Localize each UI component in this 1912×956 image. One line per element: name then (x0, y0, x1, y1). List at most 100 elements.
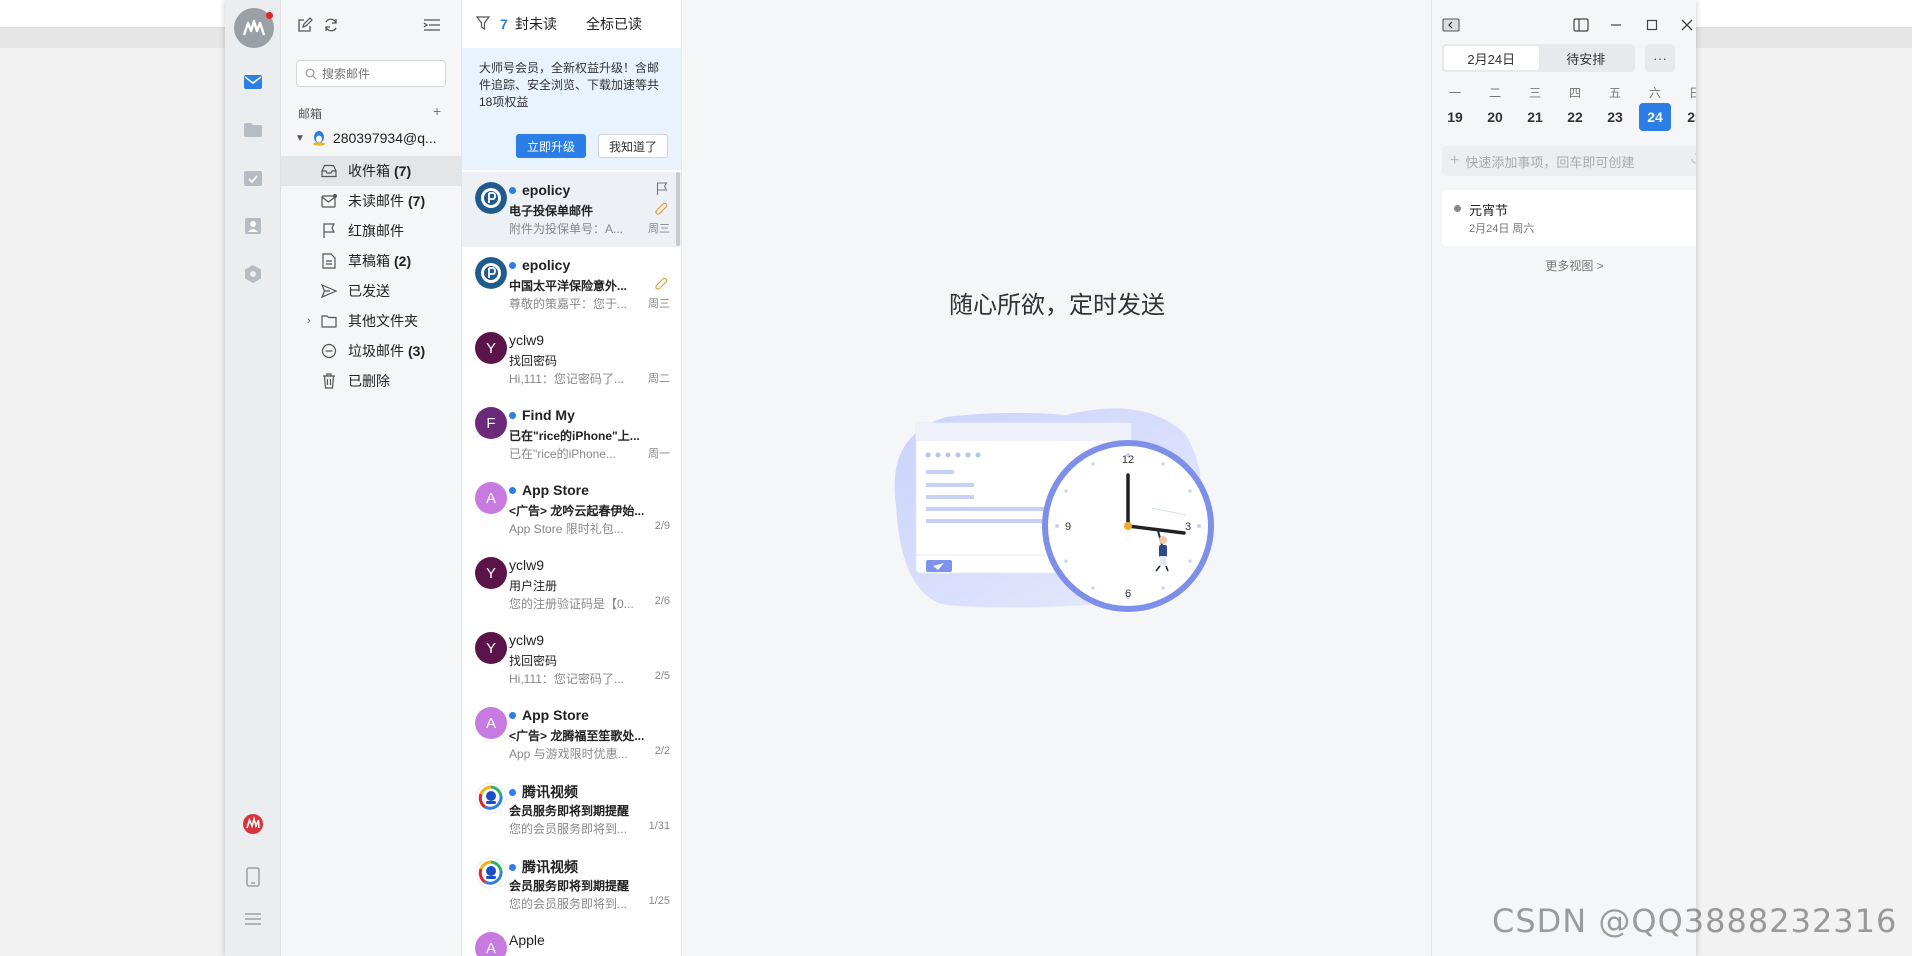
add-mailbox-icon[interactable]: + (433, 103, 441, 119)
mark-all-read-button[interactable]: 全标已读 (586, 14, 642, 34)
chevron-right-icon[interactable]: › (307, 315, 311, 327)
folder-sent[interactable]: 已发送 (281, 276, 462, 306)
mail-item[interactable]: Yyclw9 用户注册 您的注册验证码是【0... 2/6 (462, 547, 681, 622)
mail-subject: 会员服务即将到期提醒 (509, 879, 630, 893)
folder-trash[interactable]: 已删除 (281, 366, 462, 396)
filter-icon[interactable] (475, 16, 491, 33)
mail-date: 周二 (648, 373, 670, 385)
spam-icon (321, 343, 337, 359)
compose-icon[interactable] (294, 14, 316, 36)
upgrade-button[interactable]: 立即升级 (516, 134, 586, 158)
calendar-todo-nav-icon[interactable] (241, 166, 265, 190)
minimize-icon[interactable] (1605, 14, 1627, 36)
epolicy-logo-icon (475, 257, 507, 289)
mail-item[interactable]: 腾讯视频 会员服务即将到期提醒 您的会员服务即将到... 1/25 (462, 847, 681, 922)
collapse-panel-icon[interactable] (421, 14, 443, 36)
mail-date: 周一 (648, 448, 670, 460)
folder-label: 已发送 (348, 283, 390, 299)
mail-list-panel: 7 封未读 全标已读 大师号会员，全新权益升级！含邮件追踪、安全浏览、下载加速等… (462, 0, 682, 956)
folder-unread[interactable]: 未读邮件 (7) (281, 186, 462, 216)
weekday-label: 四 (1568, 86, 1581, 100)
mail-item[interactable]: A Apple (462, 922, 681, 956)
mail-date: 1/25 (648, 895, 670, 907)
search-input[interactable] (322, 66, 442, 81)
close-icon[interactable] (1676, 14, 1696, 36)
folder-other[interactable]: › 其他文件夹 (281, 306, 462, 336)
mail-item[interactable]: Yyclw9 找回密码 Hi,111：您记密码了... 周二 (462, 322, 681, 397)
mail-date: 2/9 (654, 520, 670, 532)
week-strip: 一 19 二 20 三 21 四 22 五 23 六 24 日 25 (1438, 84, 1696, 134)
tab-date[interactable]: 2月24日 (1444, 46, 1539, 70)
apps-nav-icon[interactable] (241, 262, 265, 286)
mail-sender-row: 腾讯视频 (509, 782, 578, 802)
folder-spam[interactable]: 垃圾邮件 (3) (281, 336, 462, 366)
search-box[interactable] (296, 60, 446, 87)
week-day[interactable]: 四 22 (1559, 84, 1591, 131)
mail-subject: 找回密码 (509, 654, 558, 668)
mail-item[interactable]: A App Store <广告> 龙吟云起春伊始... App Store 限时礼包.… (462, 472, 681, 547)
folder-flagged[interactable]: 红旗邮件 (281, 216, 462, 246)
mail-date: 2/6 (654, 595, 670, 607)
app-logo[interactable] (234, 8, 274, 48)
chevron-down-icon: ▼ (295, 132, 305, 144)
mail-subject: 中国太平洋保险意外... (509, 279, 628, 293)
folder-nav-icon[interactable] (241, 118, 265, 142)
folder-drafts[interactable]: 草稿箱 (2) (281, 246, 462, 276)
week-day[interactable]: 五 23 (1599, 84, 1631, 131)
calendar-panel: 2月24日 待安排 ··· 一 19 二 20 三 21 四 22 五 23 六 24 日 25 + 快速… (1431, 0, 1696, 956)
date-number: 25 (1687, 109, 1696, 125)
weekday-label: 日 (1688, 86, 1696, 100)
mail-item[interactable]: 腾讯视频 会员服务即将到期提醒 您的会员服务即将到... 1/31 (462, 772, 681, 847)
toggle-sidebar-icon[interactable] (1440, 14, 1462, 36)
search-icon (305, 68, 317, 79)
dismiss-button[interactable]: 我知道了 (598, 134, 668, 158)
trash-icon (321, 373, 337, 389)
mail-subject: <广告> 龙腾福至笙歌处... (509, 729, 645, 743)
contacts-nav-icon[interactable] (241, 214, 265, 238)
unread-dot (509, 711, 516, 719)
attachment-icon (655, 277, 669, 295)
week-day[interactable]: 二 20 (1479, 84, 1511, 131)
calendar-event[interactable]: 元宵节 2月24日 周六 (1442, 190, 1696, 246)
mail-sender: 腾讯视频 (522, 859, 578, 875)
tencent-video-logo-icon (475, 857, 507, 889)
quick-add-field[interactable]: + 快速添加事项，回车即可创建 (1442, 146, 1696, 176)
avatar: Y (475, 632, 507, 664)
mail-sender: yclw9 (509, 332, 545, 348)
more-options-button[interactable]: ··· (1645, 44, 1675, 72)
more-views-link[interactable]: 更多视图 > (1432, 257, 1696, 274)
plus-icon: + (1450, 152, 1460, 169)
mail-sender-row: epolicy (509, 182, 570, 198)
folder-inbox[interactable]: 收件箱 (7) (281, 156, 462, 186)
mobile-icon[interactable] (241, 865, 265, 889)
tab-todo[interactable]: 待安排 (1539, 46, 1634, 70)
layout-icon[interactable] (1570, 14, 1592, 36)
master-member-icon[interactable] (241, 812, 265, 836)
mail-item[interactable]: A App Store <广告> 龙腾福至笙歌处... App 与游戏限时优惠... 2… (462, 697, 681, 772)
mail-app-window: 邮箱 + ▼ 280397934@q... 收件箱(7) 未读邮件(7) 红旗邮… (225, 0, 1696, 956)
account-row[interactable]: ▼ 280397934@q... (295, 130, 437, 146)
expand-icon[interactable] (1690, 153, 1696, 168)
mail-item[interactable]: F Find My 已在"rice的iPhone"上... 已在"rice的iPhon… (462, 397, 681, 472)
week-day[interactable]: 日 25 (1679, 84, 1696, 131)
mail-subject: 会员服务即将到期提醒 (509, 804, 630, 818)
refresh-icon[interactable] (320, 14, 342, 36)
flag-icon (321, 223, 337, 239)
event-title: 元宵节 (1469, 203, 1509, 218)
week-day[interactable]: 六 24 (1639, 84, 1671, 131)
mail-item[interactable]: epolicy 电子投保单邮件 附件为投保单号：A... 周三 (462, 172, 681, 247)
mail-item[interactable]: Yyclw9 找回密码 Hi,111：您记密码了... 2/5 (462, 622, 681, 697)
maximize-icon[interactable] (1641, 14, 1663, 36)
week-day[interactable]: 一 19 (1439, 84, 1471, 131)
week-day[interactable]: 三 21 (1519, 84, 1551, 131)
menu-icon[interactable] (241, 907, 265, 931)
mail-nav-icon[interactable] (241, 70, 265, 94)
flag-icon[interactable] (656, 182, 668, 201)
scrollbar-thumb[interactable] (676, 172, 680, 246)
unread-mail-icon (321, 193, 337, 209)
mailbox-section-label: 邮箱 (298, 107, 323, 121)
mail-list-header: 7 封未读 全标已读 (462, 0, 681, 48)
mail-item[interactable]: epolicy 中国太平洋保险意外... 尊敬的策嘉平：您于... 周三 (462, 247, 681, 322)
watermark: CSDN @QQ3888232316 (1492, 902, 1898, 940)
app-logo-icon (242, 19, 266, 36)
